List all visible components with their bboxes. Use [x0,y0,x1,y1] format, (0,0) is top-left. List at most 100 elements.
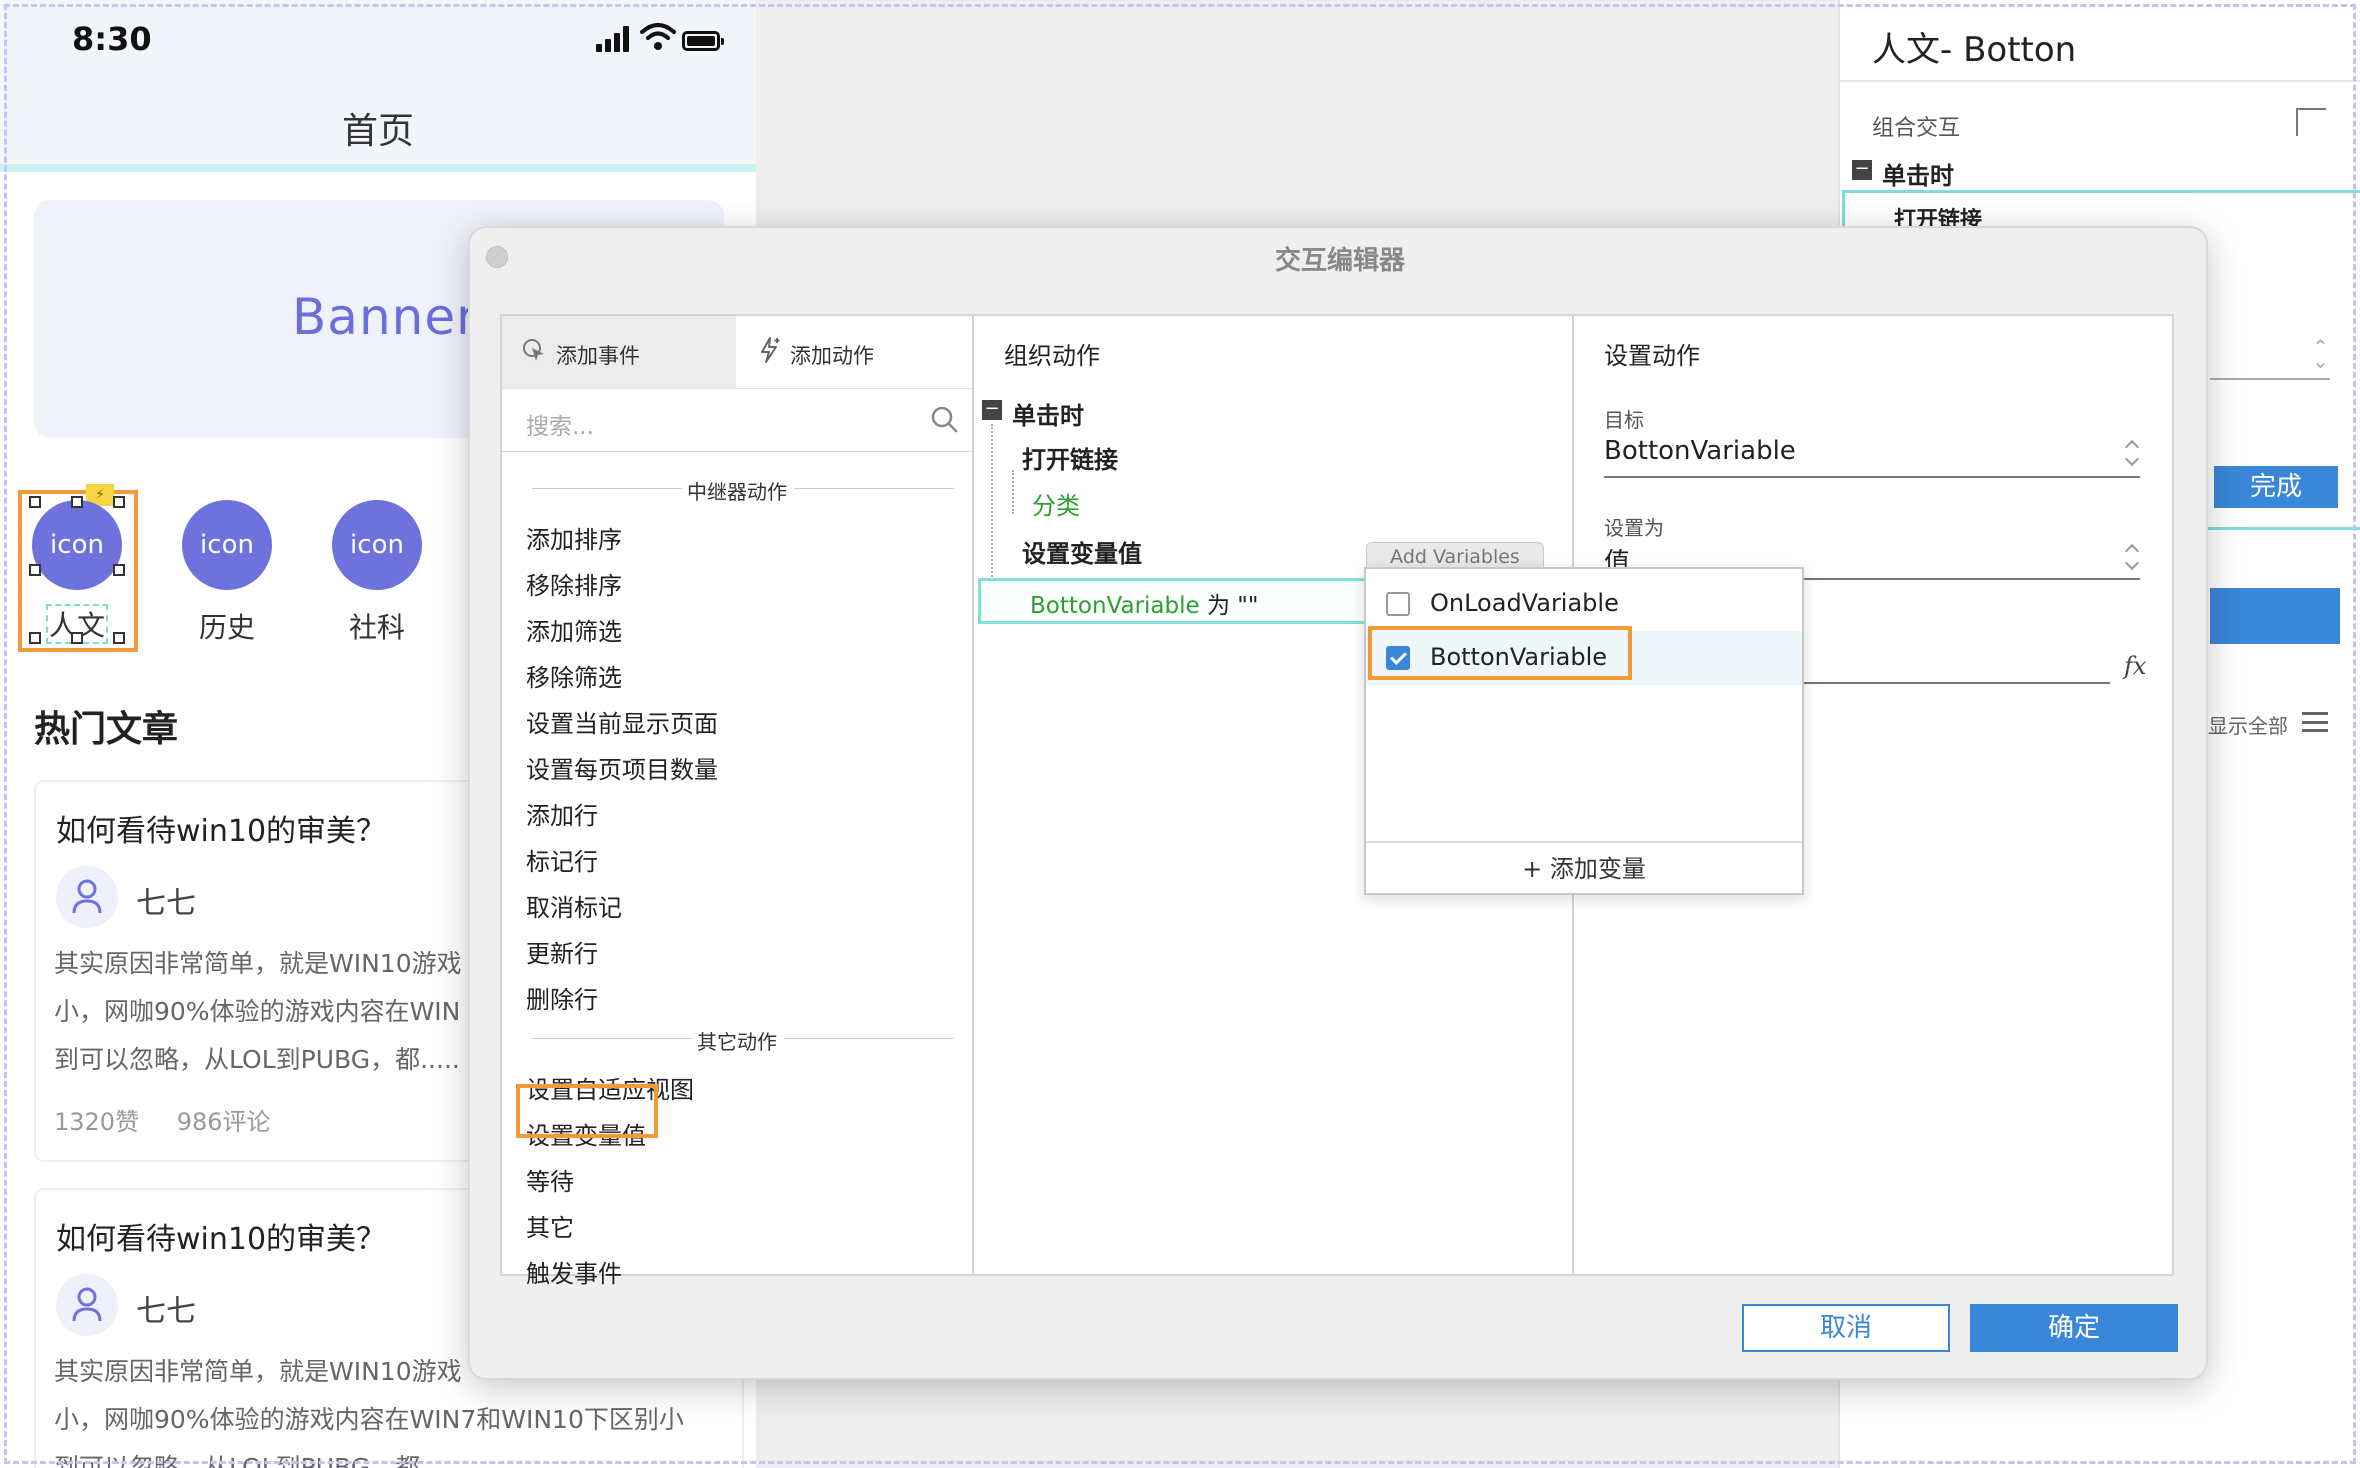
group-title: 其它动作 [697,1030,777,1054]
like-count: 1320赞 [54,1108,140,1136]
done-button[interactable]: 完成 [2214,466,2338,508]
icon-label-social[interactable]: 社科 [317,606,437,646]
banner-text: Banner [292,288,478,346]
action-item[interactable]: 其它 [526,1208,574,1243]
select-underline [2210,378,2330,380]
action-item-set-variable[interactable]: 设置变量值 [526,1116,646,1151]
target-select[interactable]: BottonVariable [1604,436,1796,466]
sparkle-bolt-icon [761,337,780,363]
chevron-updown-icon[interactable]: ⌃ ⌄ [2312,337,2329,371]
icon-label-history[interactable]: 历史 [167,606,287,646]
variables-dropdown: OnLoadVariable BottonVariable + 添加变量 [1364,567,1804,895]
inspector-title: 人文- Botton [1872,30,2077,70]
trigger-label[interactable]: 单击时 [1882,156,1954,191]
action-item[interactable]: 删除行 [526,980,598,1015]
article-author: 七七 [136,1294,196,1329]
group-header-other: 其它动作 [502,1026,972,1054]
target-label: 目标 [1604,408,1644,432]
signal-icon [596,26,630,52]
add-interaction-button[interactable] [2210,588,2340,644]
page-title: 首页 [341,111,414,152]
section-title: 热门文章 [34,709,179,750]
action-item[interactable]: 更新行 [526,934,598,969]
nav-divider [0,164,756,172]
search-input[interactable]: 搜索... [526,407,594,441]
add-variable-button[interactable]: + 添加变量 [1366,841,1802,895]
checkbox[interactable] [1386,592,1410,616]
battery-icon [682,31,724,51]
action-item[interactable]: 添加行 [526,796,598,831]
avatar [56,1274,118,1336]
chevron-updown-icon[interactable] [2124,440,2140,466]
show-all-link[interactable]: 显示全部 [2208,710,2288,739]
divider [784,1038,954,1039]
group-interaction-label: 组合交互 [1872,116,1961,141]
user-icon [72,879,102,914]
user-icon [72,1287,102,1322]
collapse-icon[interactable]: − [982,400,1002,420]
article-title: 如何看待win10的审美？ [56,1222,387,1257]
dialog-title: 交互编辑器 [1274,246,1405,276]
search-icon[interactable] [930,405,958,433]
tab-add-action-label: 添加动作 [790,344,874,368]
resize-handle[interactable] [113,496,125,508]
action-item[interactable]: 取消标记 [526,888,622,923]
action-search[interactable]: 搜索... [502,388,972,452]
set-to-label: 设置为 [1604,516,1664,540]
divider [794,488,954,489]
panel-heading: 组织动作 [1004,342,1100,370]
comment-count: 986评论 [176,1108,271,1136]
tab-add-event[interactable]: 添加事件 [502,316,736,388]
expand-icon[interactable] [2296,108,2326,136]
variable-assignment[interactable]: BottonVariable 为 "" [1030,586,1258,620]
action-item[interactable]: 设置每页项目数量 [526,750,718,785]
group-header-repeater: 中继器动作 [502,476,972,504]
icon-circle-history[interactable]: icon [182,500,272,590]
resize-handle[interactable] [29,564,41,576]
tree-action-set-variable[interactable]: 设置变量值 [1022,534,1142,569]
tab-add-action[interactable]: 添加动作 [736,316,972,388]
resize-handle[interactable] [71,632,83,644]
excerpt-line: 小，网咖90%体验的游戏内容在WIN7和WIN10下区别小 [54,1405,684,1434]
article-author: 七七 [136,886,196,921]
menu-icon[interactable] [2302,712,2328,732]
resize-handle[interactable] [71,496,83,508]
resize-handle[interactable] [113,632,125,644]
tree-target-link[interactable]: 分类 [1032,486,1080,521]
editor-body: 添加事件 添加动作 搜索... 中继器动作 添加排序 移除排序 添加筛选 移除筛… [500,314,2174,1288]
interaction-editor-dialog: 交互编辑器 添加事件 添加动作 搜索... 中继器动作 添加排序 移除排序 添加… [468,226,2208,1380]
tree-guide-line [1012,470,1014,514]
checkbox-checked[interactable] [1386,646,1410,670]
resize-handle[interactable] [29,632,41,644]
chevron-updown-icon[interactable] [2124,544,2140,570]
action-item[interactable]: 设置自适应视图 [526,1070,694,1105]
icon-circle-humanities[interactable]: icon [32,500,122,590]
variable-option[interactable]: OnLoadVariable [1366,577,1802,631]
cancel-button[interactable]: 取消 [1742,1304,1950,1352]
status-time: 8:30 [72,20,152,58]
action-item[interactable]: 标记行 [526,842,598,877]
tree-trigger[interactable]: 单击时 [1012,396,1084,431]
avatar [56,866,118,928]
action-item[interactable]: 添加排序 [526,520,622,555]
cursor-click-icon [523,339,544,361]
action-item[interactable]: 添加筛选 [526,612,622,647]
action-item[interactable]: 设置当前显示页面 [526,704,718,739]
panel-heading: 设置动作 [1604,342,1700,370]
resize-handle[interactable] [29,496,41,508]
icon-circle-social[interactable]: icon [332,500,422,590]
action-item[interactable]: 触发事件 [526,1254,622,1289]
confirm-button[interactable]: 确定 [1970,1304,2178,1352]
action-item[interactable]: 等待 [526,1162,574,1197]
fx-function-icon[interactable]: fx [2124,652,2146,680]
variable-option-label: OnLoadVariable [1430,589,1619,617]
excerpt-line: 到可以忽略，从LOL到PUBG，都 [54,1453,421,1468]
tree-action-open-link[interactable]: 打开链接 [1022,440,1118,475]
variable-option-selected[interactable]: BottonVariable [1366,631,1802,685]
collapse-icon[interactable]: − [1852,160,1872,180]
action-item[interactable]: 移除排序 [526,566,622,601]
group-title: 中继器动作 [687,480,787,504]
resize-handle[interactable] [113,564,125,576]
action-item[interactable]: 移除筛选 [526,658,622,693]
article-stats: 1320赞 986评论 [54,1102,301,1137]
